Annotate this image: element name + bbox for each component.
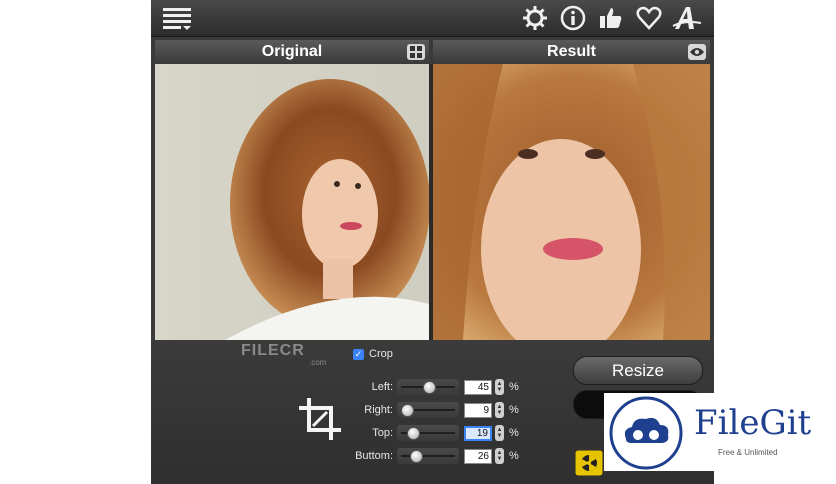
crop-top-field[interactable]: 19 <box>464 425 492 441</box>
crop-right-stepper[interactable]: ▲ ▼ <box>495 402 504 418</box>
crop-bottom-field[interactable]: 26 <box>464 448 492 464</box>
menu-icon[interactable] <box>161 5 195 31</box>
crop-top-row: Top: 19 ▲ ▼ % <box>341 424 519 442</box>
crop-checkbox[interactable]: ✓ <box>353 348 364 360</box>
crop-bottom-label: Buttom: <box>355 450 393 462</box>
crop-right-row: Right: 9 ▲ ▼ % <box>341 401 519 419</box>
top-toolbar <box>151 0 714 37</box>
result-panel-header: Result <box>433 40 710 64</box>
crop-right-field[interactable]: 9 <box>464 402 492 418</box>
watermark-text: FILECR <box>241 342 305 359</box>
filegit-watermark-badge: FileGit Free & Unlimited <box>604 393 820 471</box>
crop-left-stepper[interactable]: ▲ ▼ <box>495 379 504 395</box>
crop-left-label: Left: <box>371 381 393 393</box>
eye-icon[interactable] <box>688 44 706 60</box>
watermark-sub: .com <box>309 358 327 367</box>
crop-top-label: Top: <box>372 427 393 439</box>
crop-left-unit: % <box>509 381 519 393</box>
crop-top-slider[interactable] <box>397 425 459 441</box>
thumbs-up-icon[interactable] <box>596 3 626 33</box>
crop-label: Crop <box>369 348 393 360</box>
resize-button[interactable]: Resize <box>573 356 703 385</box>
crop-left-row: Left: 45 ▲ ▼ % <box>341 378 519 396</box>
font-a-icon[interactable] <box>672 3 702 33</box>
result-image <box>433 64 710 340</box>
badge-subtitle: Free & Unlimited <box>718 448 778 457</box>
original-panel-header: Original <box>155 40 429 64</box>
crop-left-field[interactable]: 45 <box>464 379 492 395</box>
crop-top-unit: % <box>509 427 519 439</box>
info-icon[interactable] <box>558 3 588 33</box>
crop-checkbox-row[interactable]: ✓ Crop <box>353 348 393 360</box>
crop-bottom-unit: % <box>509 450 519 462</box>
layout-toggle-icon[interactable] <box>407 44 425 60</box>
crop-bottom-row: Buttom: 26 ▲ ▼ % <box>341 447 519 465</box>
heart-icon[interactable] <box>634 3 664 33</box>
gear-icon[interactable] <box>520 3 550 33</box>
filegit-logo-icon <box>608 395 684 471</box>
crop-bottom-slider[interactable] <box>397 448 459 464</box>
crop-right-unit: % <box>509 404 519 416</box>
crop-right-slider[interactable] <box>397 402 459 418</box>
result-title: Result <box>547 43 596 60</box>
crop-left-slider[interactable] <box>397 379 459 395</box>
crop-right-label: Right: <box>364 404 393 416</box>
crop-top-stepper[interactable]: ▲ ▼ <box>495 425 504 441</box>
crop-bottom-stepper[interactable]: ▲ ▼ <box>495 448 504 464</box>
original-title: Original <box>261 43 323 60</box>
original-image <box>155 64 429 340</box>
badge-title: FileGit <box>694 403 812 443</box>
crop-icon[interactable] <box>297 396 343 442</box>
hazard-icon[interactable] <box>574 449 604 477</box>
